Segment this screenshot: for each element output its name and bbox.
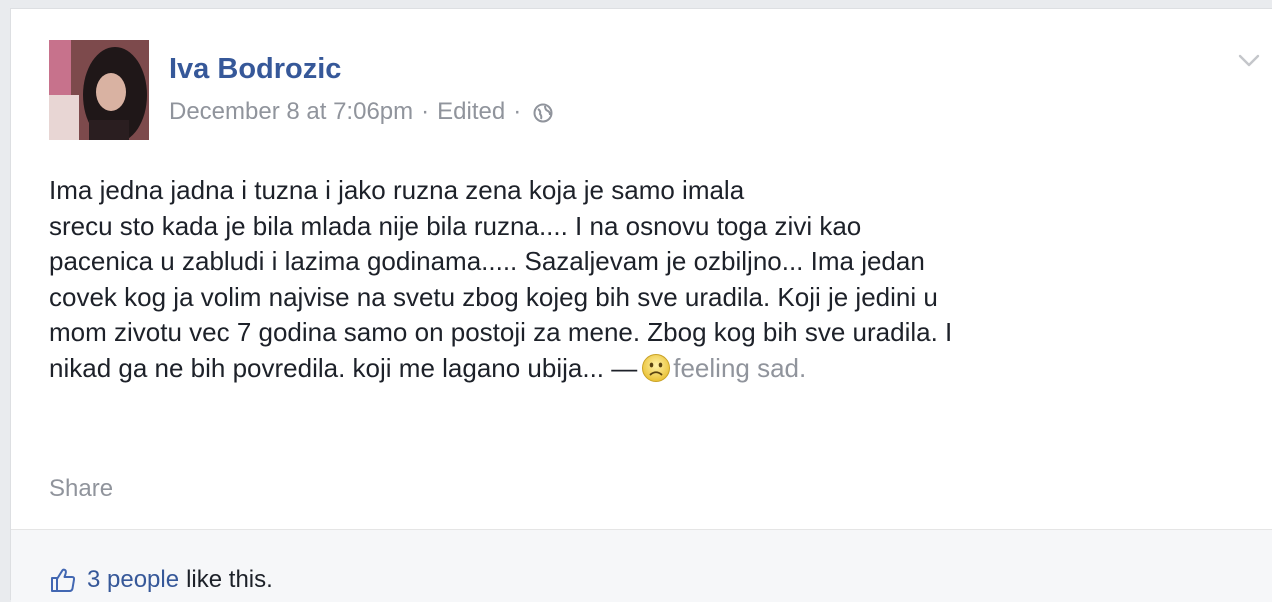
share-link[interactable]: Share [49,475,113,503]
post-text-last-line: nikad ga ne bih povredila. koji me lagan… [49,351,1249,387]
edited-label[interactable]: Edited [437,98,505,126]
avatar[interactable] [49,40,149,140]
like-suffix: like this. [186,566,273,593]
post-text-line: Ima jedna jadna i tuzna i jako ruzna zen… [49,175,745,205]
chevron-down-icon[interactable] [1236,47,1262,73]
post-footer: 3 people like this. [11,529,1272,602]
post-text-line: nikad ga ne bih povredila. koji me lagan… [49,352,638,383]
post-text: Ima jedna jadna i tuzna i jako ruzna zen… [49,173,1249,386]
feeling-text[interactable]: feeling sad. [673,353,806,383]
post-meta: December 8 at 7:06pm · Edited · [169,98,553,126]
post-timestamp[interactable]: December 8 at 7:06pm [169,98,413,126]
globe-icon[interactable] [533,102,553,123]
like-count-link[interactable]: 3 people [87,566,179,594]
post-text-line: covek kog ja volim najvise na svetu zbog… [49,281,938,312]
profile-photo [49,40,149,140]
post-text-line: pacenica u zabludi i lazima godinama....… [49,246,925,276]
post-text-line: mom zivotu vec 7 godina samo on postoji … [49,317,953,347]
meta-separator: · [513,98,522,125]
sad-face-icon [641,353,671,383]
likes-summary: 3 people like this. [49,566,273,594]
thumbs-up-icon[interactable] [49,566,77,594]
author-name[interactable]: Iva Bodrozic [169,53,341,86]
meta-separator: · [421,98,430,125]
post-card: Iva Bodrozic December 8 at 7:06pm · Edit… [10,8,1272,602]
post-text-line: srecu sto kada je bila mlada nije bila r… [49,210,862,241]
